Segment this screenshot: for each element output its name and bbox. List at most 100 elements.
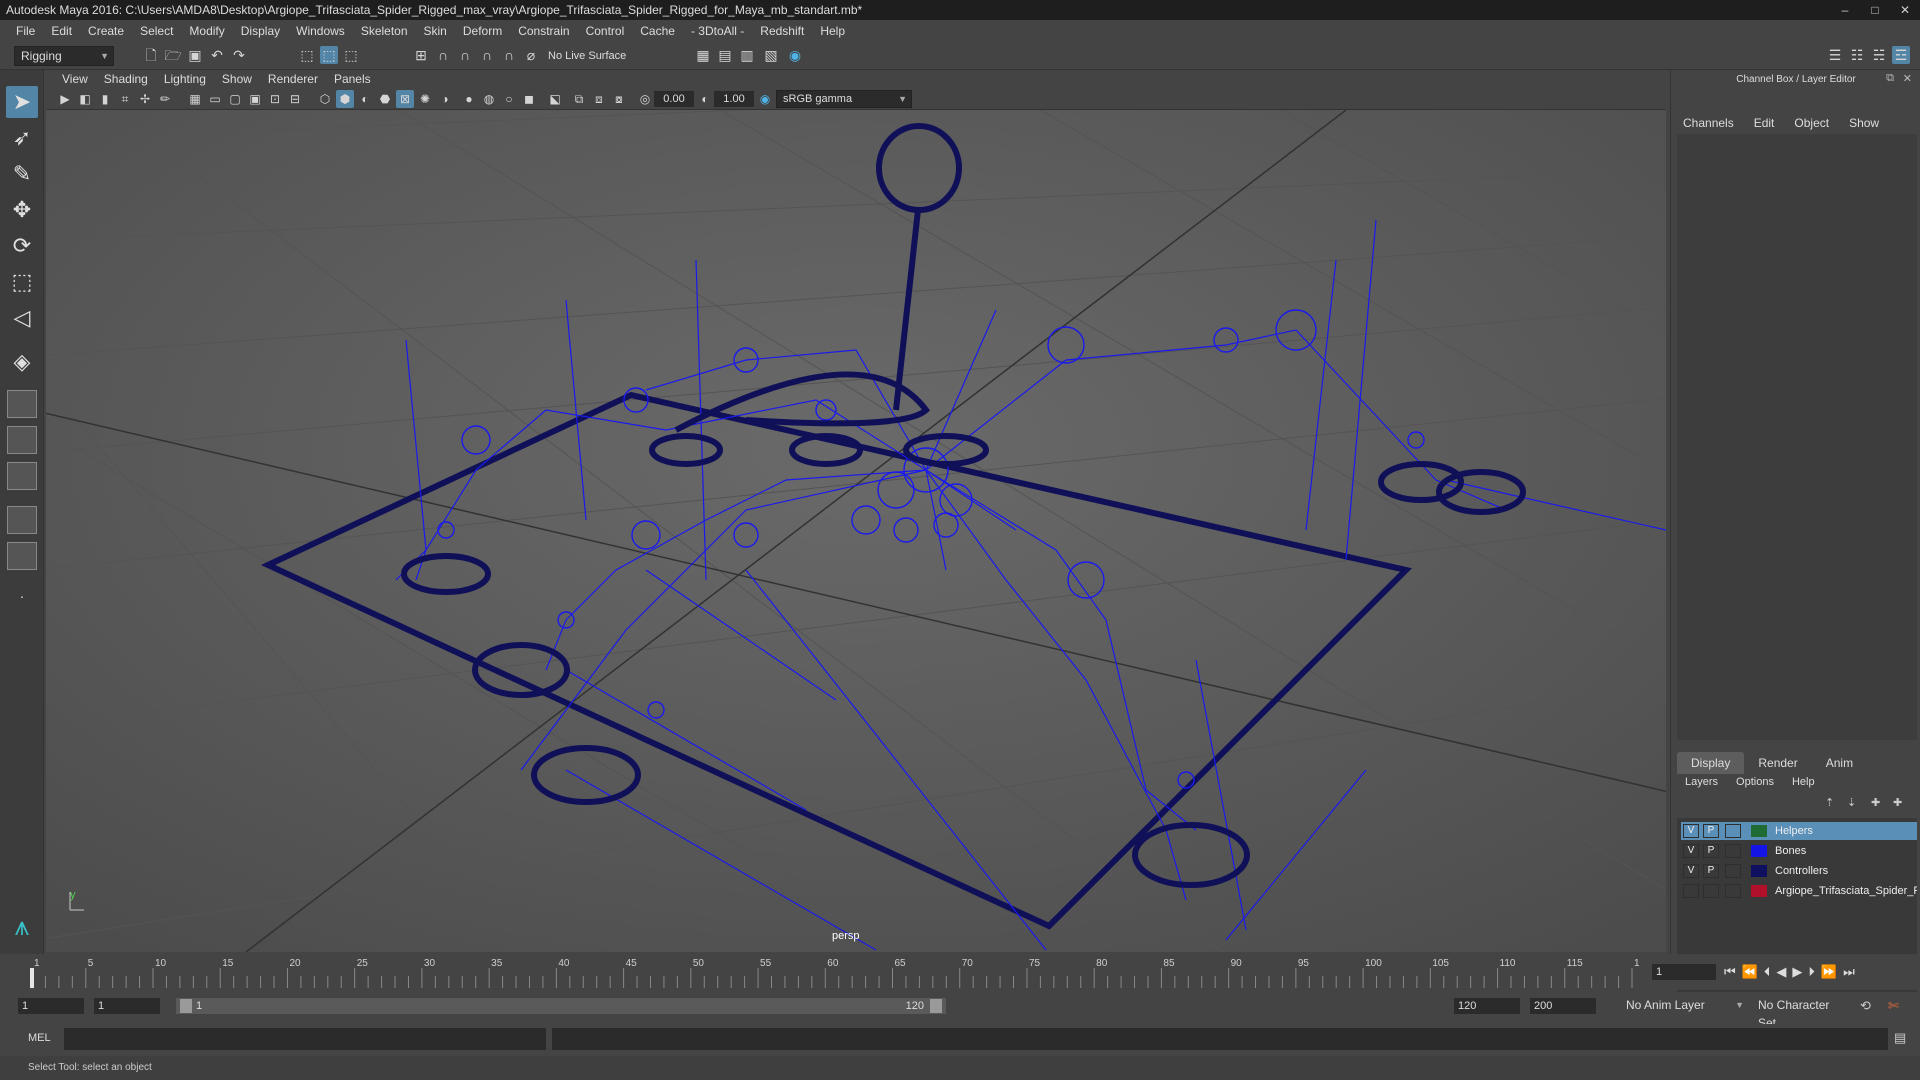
layer-visibility-toggle[interactable]: V <box>1683 844 1699 858</box>
animation-start-field[interactable]: 1 <box>18 998 84 1014</box>
panel-menu-show[interactable]: Show <box>214 72 260 86</box>
layer-color-swatch[interactable] <box>1751 885 1767 897</box>
anim-layer-dropdown[interactable]: No Anim Layer ▼ <box>1620 996 1748 1016</box>
image-plane-icon[interactable]: ⌗ <box>116 90 134 108</box>
viewport-scene[interactable]: y <box>46 110 1666 952</box>
redo-icon[interactable]: ↷ <box>230 46 248 64</box>
snap-grid-icon[interactable]: ⊞ <box>412 46 430 64</box>
layer-playback-toggle[interactable]: P <box>1703 824 1719 838</box>
layer-display-type-toggle[interactable] <box>1725 864 1741 878</box>
move-tool-icon[interactable]: ✥ <box>6 194 38 226</box>
menu-skeleton[interactable]: Skeleton <box>353 24 416 38</box>
use-all-lights-icon[interactable]: ✺ <box>416 90 434 108</box>
render-frame-icon[interactable]: ▤ <box>716 46 734 64</box>
menu-create[interactable]: Create <box>80 24 132 38</box>
snap-point-icon[interactable]: ∩ <box>456 46 474 64</box>
gamma-icon[interactable]: ◐ <box>696 90 714 108</box>
save-scene-icon[interactable]: ▣ <box>186 46 204 64</box>
character-set-dropdown[interactable]: No Character Set <box>1752 996 1844 1030</box>
safe-action-icon[interactable]: ⊟ <box>286 90 304 108</box>
panel-menu-panels[interactable]: Panels <box>326 72 379 86</box>
tab-anim[interactable]: Anim <box>1812 752 1867 774</box>
layer-color-swatch[interactable] <box>1751 845 1767 857</box>
new-scene-icon[interactable]: 🗋 <box>142 46 160 64</box>
layer-visibility-toggle[interactable] <box>1683 884 1699 898</box>
smooth-shade-icon[interactable]: ⬢ <box>336 90 354 108</box>
rotate-tool-icon[interactable]: ⟳ <box>6 230 38 262</box>
x-ray-joints-icon[interactable]: ⊠ <box>396 90 414 108</box>
close-button[interactable]: ✕ <box>1890 0 1920 20</box>
textured-icon[interactable]: ⬣ <box>376 90 394 108</box>
field-chart-icon[interactable]: ⊡ <box>266 90 284 108</box>
resolution-gate-icon[interactable]: ▢ <box>226 90 244 108</box>
menu-windows[interactable]: Windows <box>288 24 353 38</box>
menu-cache[interactable]: Cache <box>632 24 683 38</box>
layer-color-swatch[interactable] <box>1751 865 1767 877</box>
step-back-frame-icon[interactable]: ⏴ <box>1764 964 1771 980</box>
layer-playback-toggle[interactable]: P <box>1703 864 1719 878</box>
animation-end-field[interactable]: 200 <box>1530 998 1596 1014</box>
grease-pencil-icon[interactable]: ✏ <box>156 90 174 108</box>
exposure-icon[interactable]: ◎ <box>636 90 654 108</box>
layer-menu-layers[interactable]: Layers <box>1685 776 1718 788</box>
panel-menu-shading[interactable]: Shading <box>96 72 156 86</box>
menu-redshift[interactable]: Redshift <box>752 24 812 38</box>
layout-graph-icon[interactable] <box>7 506 37 534</box>
layout-four-view-icon[interactable] <box>7 390 37 418</box>
layer-menu-help[interactable]: Help <box>1792 776 1815 788</box>
step-forward-key-icon[interactable]: ⏩ <box>1821 964 1837 980</box>
layer-row-controllers[interactable]: V P Controllers <box>1681 862 1917 880</box>
minimize-button[interactable]: – <box>1830 0 1860 20</box>
layer-row-bones[interactable]: V P Bones <box>1681 842 1917 860</box>
depth-of-field-icon[interactable]: ◼ <box>520 90 538 108</box>
playback-end-field[interactable]: 120 <box>1454 998 1520 1014</box>
panel-menu-renderer[interactable]: Renderer <box>260 72 326 86</box>
select-hierarchy-icon[interactable]: ⬚ <box>298 46 316 64</box>
go-to-end-icon[interactable]: ⏭ <box>1843 964 1855 980</box>
tab-render[interactable]: Render <box>1744 752 1811 774</box>
auto-key-icon[interactable]: ⟲ <box>1860 998 1871 1014</box>
menu-constrain[interactable]: Constrain <box>510 24 577 38</box>
layer-visibility-toggle[interactable]: V <box>1683 864 1699 878</box>
hypershade-icon[interactable]: ◉ <box>786 46 804 64</box>
current-frame-field[interactable]: 1 <box>1652 964 1716 980</box>
screen-space-ao-icon[interactable]: ● <box>460 90 478 108</box>
snap-curve-icon[interactable]: ∩ <box>434 46 452 64</box>
float-panel-icon[interactable]: ⧉ <box>1886 72 1894 85</box>
layer-row-mesh[interactable]: Argiope_Trifasciata_Spider_F <box>1681 882 1917 900</box>
channel-box-area[interactable] <box>1677 134 1917 740</box>
exposure-field[interactable]: 0.00 <box>654 91 694 107</box>
layout-persp-outliner-icon[interactable] <box>7 462 37 490</box>
bookmark-icon[interactable]: ▮ <box>96 90 114 108</box>
move-layer-down-icon[interactable]: ⇣ <box>1847 796 1856 809</box>
maximize-button[interactable]: □ <box>1860 0 1890 20</box>
render-settings-icon[interactable]: ▦ <box>694 46 712 64</box>
menu-skin[interactable]: Skin <box>416 24 455 38</box>
view-transform-dropdown[interactable]: sRGB gamma ▼ <box>776 90 912 108</box>
live-surface-label[interactable]: No Live Surface <box>548 48 638 64</box>
layer-visibility-toggle[interactable]: V <box>1683 824 1699 838</box>
current-time-marker[interactable] <box>30 968 34 988</box>
last-tool-icon[interactable]: ◁ <box>6 302 38 334</box>
cb-menu-show[interactable]: Show <box>1849 116 1879 130</box>
menu-deform[interactable]: Deform <box>455 24 510 38</box>
cb-menu-object[interactable]: Object <box>1794 116 1829 130</box>
layer-display-type-toggle[interactable] <box>1725 844 1741 858</box>
step-back-key-icon[interactable]: ⏪ <box>1742 964 1758 980</box>
tool-settings-icon[interactable]: ☵ <box>1870 46 1888 64</box>
command-input[interactable] <box>64 1028 546 1050</box>
layer-playback-toggle[interactable]: P <box>1703 844 1719 858</box>
snap-surface-icon[interactable]: ∩ <box>500 46 518 64</box>
new-layer-selected-icon[interactable]: ✚ <box>1893 796 1902 809</box>
film-gate-icon[interactable]: ▭ <box>206 90 224 108</box>
panel-menu-lighting[interactable]: Lighting <box>156 72 214 86</box>
range-end-handle[interactable] <box>930 999 942 1013</box>
menu-file[interactable]: File <box>8 24 43 38</box>
shadows-icon[interactable]: ◑ <box>436 90 454 108</box>
menu-3dtoall[interactable]: - 3DtoAll - <box>683 24 752 38</box>
select-tool-icon[interactable]: ➤ <box>6 86 38 118</box>
play-backward-icon[interactable]: ◀ <box>1776 964 1786 980</box>
xray-components-icon[interactable]: ⧇ <box>610 90 628 108</box>
tab-display[interactable]: Display <box>1677 752 1745 774</box>
modeling-toolkit-icon[interactable]: ☰ <box>1826 46 1844 64</box>
